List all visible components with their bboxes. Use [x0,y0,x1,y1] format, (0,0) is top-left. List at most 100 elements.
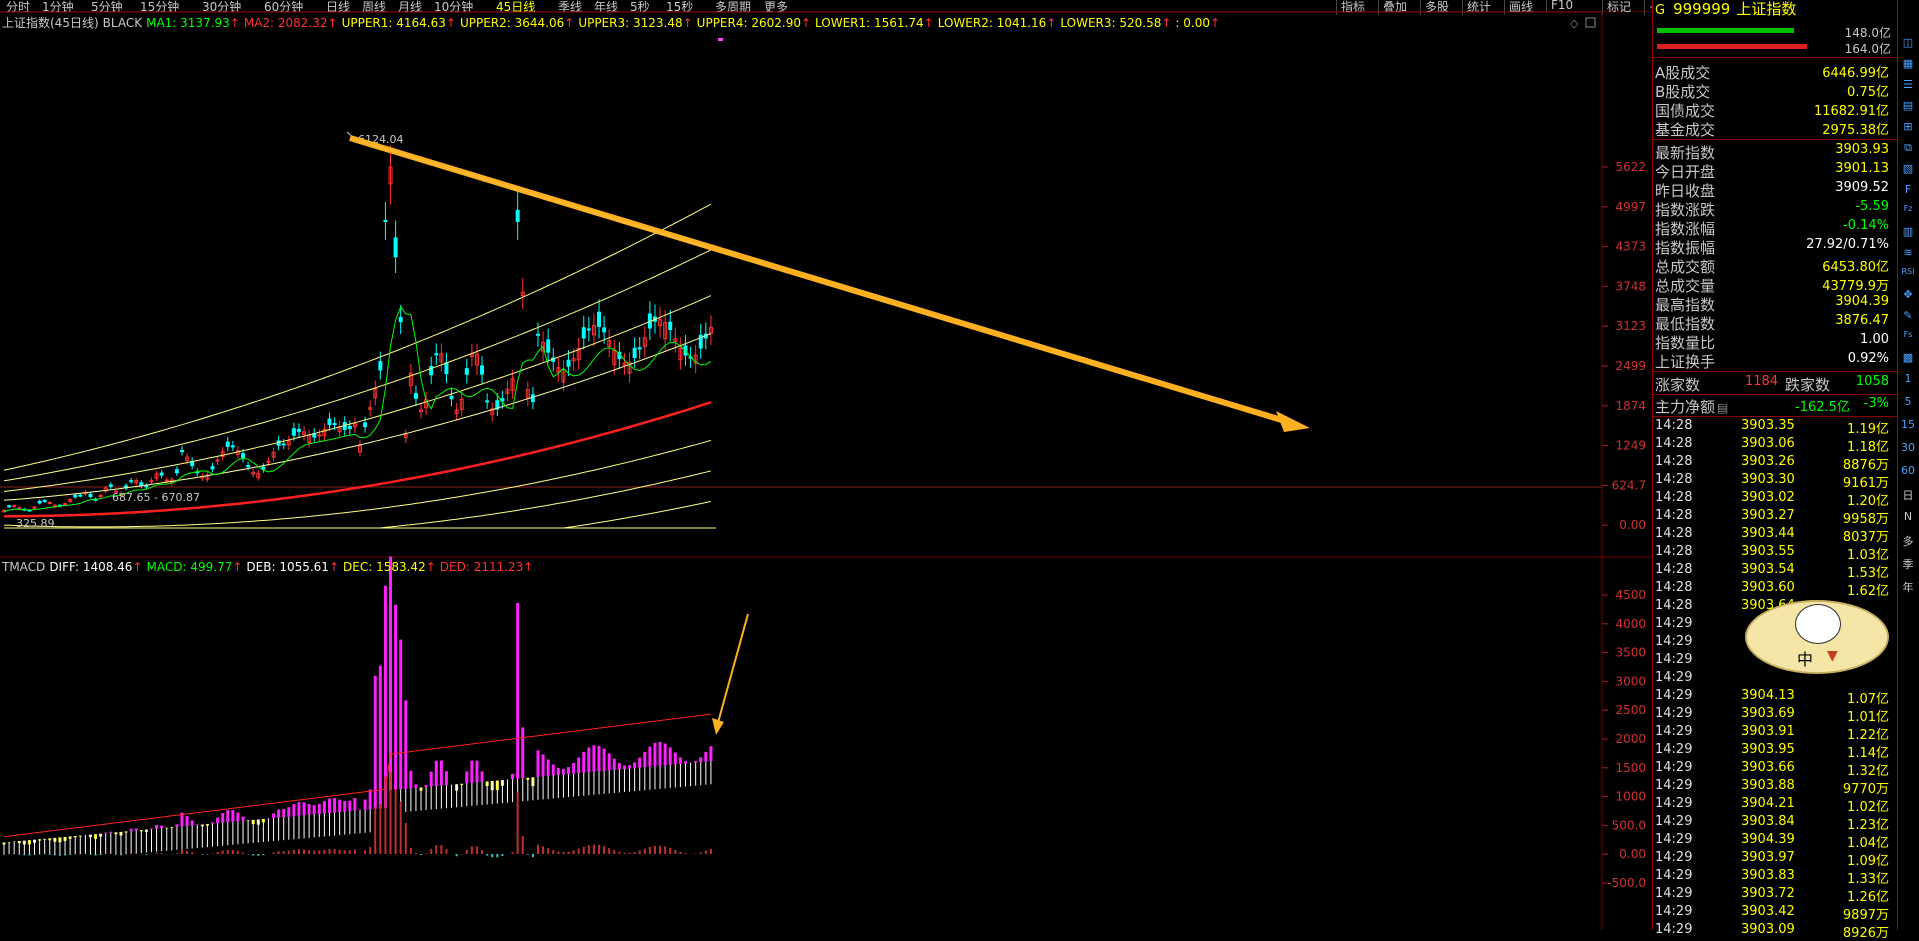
candle-body [668,321,673,330]
buy-volume-value: 148.0亿 [1844,26,1891,40]
flow-chart-icon[interactable]: ▤ [1717,401,1728,415]
chart-icon[interactable]: ◫ [1900,36,1916,52]
info-icon[interactable]: ▥ [1900,225,1916,241]
candle-body [296,428,301,432]
tick-price: 3904.13 [1741,688,1795,703]
wave-icon[interactable]: ≋ [1900,246,1916,262]
tick-row: 14:28 3903.55 1.03亿 [1655,544,1895,563]
tick-price: 3904.39 [1741,832,1795,847]
fs-icon[interactable]: Fs [1900,330,1916,346]
tick-price: 3903.72 [1741,886,1795,901]
sticker-text: 中 [1797,650,1814,669]
stat-row: 上证换手 0.92% [1655,351,1895,371]
period-shortcut-4[interactable]: 60 [1900,464,1916,480]
period-shortcut-3[interactable]: 30 [1900,441,1916,457]
period-shortcut-1[interactable]: 5 [1900,395,1916,411]
candle-body [241,453,246,460]
candle-body [480,365,485,375]
tick-volume: 1.03亿 [1847,548,1889,563]
sub-ytick-label: 500.0 [1612,818,1646,832]
annot-arrow-line [715,613,749,731]
compare-icon[interactable]: ⧉ [1900,141,1916,157]
period-shortcut-2[interactable]: 15 [1900,418,1916,434]
period-shortcut-7[interactable]: 多 [1900,533,1916,549]
kline-chart[interactable]: 5622 4997 4373 3748 3123 2499 1874 1249 624.7 0.0… [0,11,1652,930]
period-shortcut-8[interactable]: 季 [1900,556,1916,572]
tick-price: 3903.44 [1741,526,1795,541]
volume-row: 国债成交 11682.91亿 [1655,100,1895,120]
tick-time: 14:29 [1655,706,1693,721]
candle-body [632,347,637,358]
stat-value: 3903.93 [1835,142,1889,157]
tick-volume: 1.62亿 [1847,584,1889,599]
main-ytick-label: 0.00 [1619,518,1646,532]
tick-time: 14:28 [1655,562,1693,577]
move-icon[interactable]: ✥ [1900,288,1916,304]
tick-price: 3903.26 [1741,454,1795,469]
news-icon[interactable]: ▧ [1900,162,1916,178]
candle-body [88,493,93,498]
divider [1653,416,1897,417]
period-shortcut-5[interactable]: 日 [1900,487,1916,503]
tick-row: 14:28 3903.30 9161万 [1655,472,1895,491]
period-shortcut-9[interactable]: 年 [1900,579,1916,595]
candle-body [210,466,215,470]
candle-body [332,423,337,426]
period-shortcut-0[interactable]: 1 [1900,372,1916,388]
volume-row: 基金成交 2975.38亿 [1655,119,1895,139]
fz-icon[interactable]: Fz [1900,204,1916,220]
sell-volume-value: 164.0亿 [1844,42,1891,56]
tick-price: 3903.35 [1741,418,1795,433]
f10-icon[interactable]: F [1900,183,1916,199]
indicator-name[interactable]: TMACD [2,560,45,574]
tick-price: 3903.54 [1741,562,1795,577]
candle-body [164,479,169,482]
grid-icon[interactable]: ▤ [1900,99,1916,115]
tick-time: 14:29 [1655,724,1693,739]
sub-ytick-label: 0.00 [1619,847,1646,861]
divider [1653,371,1897,372]
tick-price: 3903.66 [1741,760,1795,775]
arrow-up-icon: ↑ [328,560,340,574]
indicator-param: : 0.00 [1175,16,1210,30]
indicator-param: UPPER1: 4164.63 [341,16,446,30]
volume-label: A股成交 [1655,64,1711,82]
tick-volume: 1.32亿 [1847,764,1889,779]
tick-row: 14:28 3903.06 1.18亿 [1655,436,1895,455]
stat-value: 1.00 [1860,332,1889,347]
tick-volume: 1.22亿 [1847,728,1889,743]
arrow-up-icon: ↑ [1209,16,1221,30]
stat-row: 最低指数 3876.47 [1655,313,1895,333]
candle-body [530,394,535,403]
group-tag: G [1655,3,1666,18]
list-icon[interactable]: ☰ [1900,78,1916,94]
main-ytick-label: 5622 [1615,160,1646,174]
period-shortcut-6[interactable]: N [1900,510,1916,526]
annot-arrow-head [712,718,724,735]
right-toolbar: ◫ ▦ ☰ ▤ ⊞ ⧉ ▧ F Fz ▥ ≋ RSI ✥ ✎ Fs ▩ 1 5 15 30 60 日 N 多季年 [1897,0,1919,930]
tick-time: 14:28 [1655,544,1693,559]
tick-time: 14:28 [1655,526,1693,541]
rsi-icon[interactable]: RSI [1900,267,1916,283]
indicator-param: LOWER1: 1561.74 [815,16,924,30]
main-ytick-label: 624.7 [1612,478,1646,492]
table-icon[interactable]: ▦ [1900,57,1916,73]
tick-price: 3903.42 [1741,904,1795,919]
indicator-param: MA1: 3137.93 [146,16,230,30]
draw-icon[interactable]: ✎ [1900,309,1916,325]
tick-time: 14:29 [1655,760,1693,775]
candle-body [12,505,17,508]
stat-row: 昨日收盘 3909.52 [1655,180,1895,200]
tick-row: 14:28 3903.44 8037万 [1655,526,1895,545]
stat-row: 最高指数 3904.39 [1655,294,1895,314]
indicator-name[interactable]: BLACK [103,16,142,30]
tick-row: 14:29 3903.84 1.23亿 [1655,814,1895,833]
indicator-legend: 上证指数(45日线) BLACK MA1: 3137.93↑ MA2: 2082.32… [2,14,1224,31]
cat-face-icon [1795,604,1841,644]
img-icon[interactable]: ▩ [1900,351,1916,367]
candle-body [63,503,68,506]
main-ytick-label: 3748 [1615,279,1646,293]
trend-line-thin [349,137,711,249]
tick-time: 14:29 [1655,814,1693,829]
kline-icon[interactable]: ⊞ [1900,120,1916,136]
